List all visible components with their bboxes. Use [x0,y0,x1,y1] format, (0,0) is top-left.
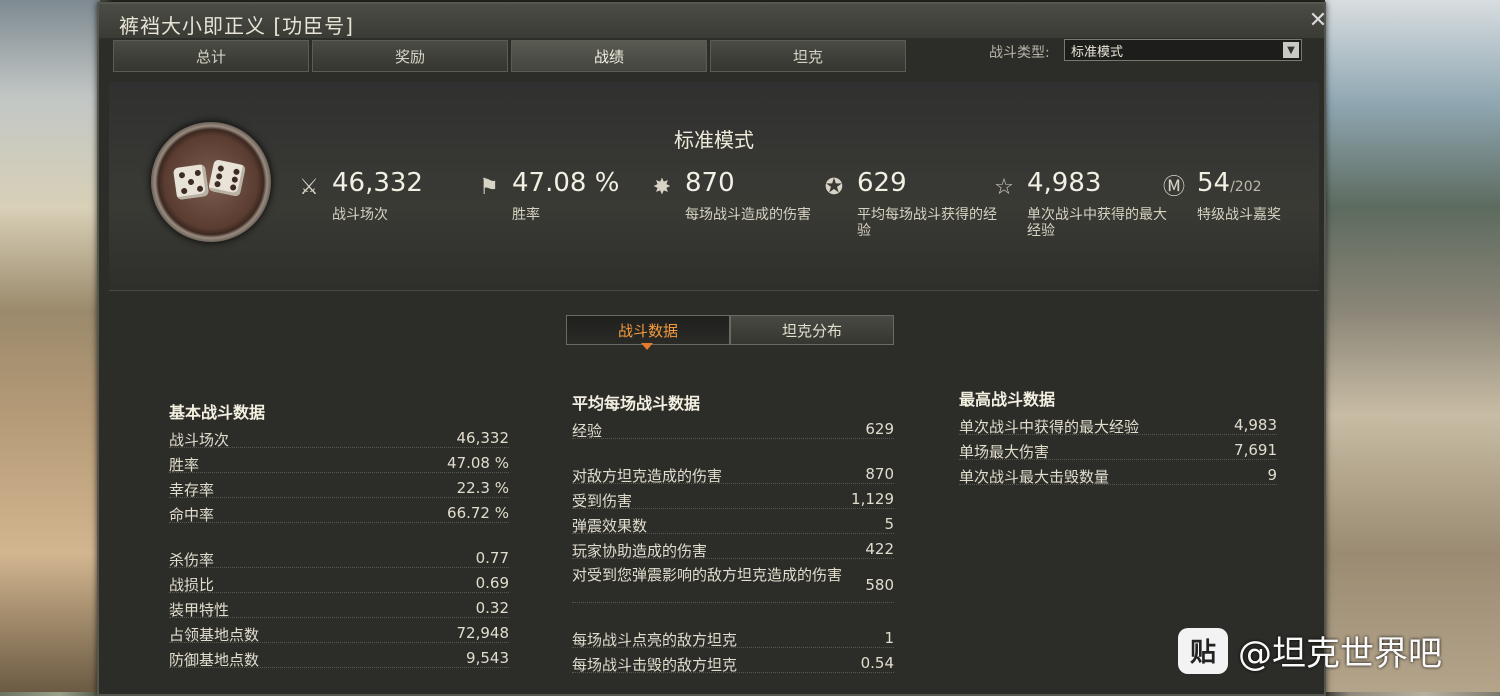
sub-tabs: 战斗数据 坦克分布 [566,315,894,345]
flag-icon: ⚑ [479,175,499,200]
table-row: 受到伤害 1,129 [572,490,894,510]
average-stats-title: 平均每场战斗数据 [572,394,701,413]
table-row: 单次战斗最大击毁数量 9 [959,466,1277,486]
stat-label: 单次战斗中获得的最大经验 [1027,207,1167,239]
chevron-down-icon[interactable]: ▼ [1283,42,1299,58]
active-tab-caret-icon [641,343,653,350]
stat-label: 特级战斗嘉奖 [1197,207,1281,223]
title-bar: 裤裆大小即正义 [功臣号] ✕ [99,4,1327,38]
tieba-watermark: 贴 @坦克世界吧 [1178,626,1442,675]
stat-value: 4,983 [1027,168,1102,198]
tab-awards[interactable]: 奖励 [312,40,508,72]
table-row: 经验 629 [572,420,894,440]
stat-value: 629 [857,168,907,198]
tank-damage-icon: ✸ [652,175,672,200]
star-wreath-icon: ✪ [824,175,844,200]
stat-value: 54/202 [1197,168,1262,198]
tab-tank-distribution[interactable]: 坦克分布 [730,315,894,345]
window-title: 裤裆大小即正义 [功臣号] [119,14,354,38]
mastery-count: 54 [1197,168,1231,198]
table-row: 战损比 0.69 [169,574,509,594]
stat-label: 平均每场战斗获得的经验 [857,207,997,239]
stat-value: 870 [685,168,735,198]
average-stats-column: 平均每场战斗数据 经验 629 对敌方坦克造成的伤害 870 受到伤害 1,129 弹… [572,390,894,677]
table-row: 战斗场次 46,332 [169,429,509,449]
tab-battle-data[interactable]: 战斗数据 [566,315,730,345]
stat-label: 每场战斗造成的伤害 [685,207,811,223]
tab-tanks[interactable]: 坦克 [710,40,906,72]
die-icon [172,163,210,201]
background-scenery-left [0,0,100,692]
background-scenery-right [1325,0,1500,692]
table-row: 防御基地点数 9,543 [169,649,509,669]
battle-type-label: 战斗类型: [989,45,1050,61]
table-row: 每场战斗点亮的敌方坦克 1 [572,629,894,649]
mastery-total: /202 [1230,179,1262,195]
table-row: 每场战斗击毁的敌方坦克 0.54 [572,654,894,674]
tab-total[interactable]: 总计 [113,40,309,72]
main-tabs: 总计 奖励 战绩 坦克 [113,40,909,72]
stat-label: 胜率 [512,207,540,223]
best-stats-title: 最高战斗数据 [959,390,1056,409]
star-icon: ☆ [994,175,1014,200]
basic-stats-title: 基本战斗数据 [169,403,266,422]
table-row: 对敌方坦克造成的伤害 870 [572,465,894,485]
table-row: 命中率 66.72 % [169,504,509,524]
best-stats-column: 最高战斗数据 单次战斗中获得的最大经验 4,983 单场最大伤害 7,691 单次战… [959,386,1277,489]
battle-type-select[interactable]: 标准模式 ▼ [1064,39,1302,61]
table-row: 对受到您弹震影响的敌方坦克造成的伤害 580 [572,563,894,607]
table-row: 占领基地点数 72,948 [169,624,509,644]
crossed-swords-icon: ⚔ [299,175,319,200]
dice-medal-icon [151,122,271,242]
tieba-logo-icon: 贴 [1178,627,1228,674]
stat-label: 战斗场次 [332,207,388,223]
battle-type-selected: 标准模式 [1071,44,1124,60]
stat-value: 46,332 [332,168,423,198]
mode-title: 标准模式 [674,128,754,152]
watermark-text: @坦克世界吧 [1238,634,1442,674]
table-row: 单场最大伤害 7,691 [959,441,1277,461]
mastery-badge-icon: Ⓜ [1162,175,1185,200]
stat-value: 47.08 % [512,168,620,198]
basic-stats-column: 基本战斗数据 战斗场次 46,332 胜率 47.08 % 幸存率 22.3 % 命中… [169,399,509,672]
table-row: 杀伤率 0.77 [169,549,509,569]
tab-records[interactable]: 战绩 [511,40,707,72]
summary-panel: 标准模式 ⚔ 46,332 战斗场次 ⚑ 47.08 % 胜率 ✸ 870 每场… [109,82,1319,291]
table-row: 装甲特性 0.32 [169,599,509,619]
die-icon [208,159,246,197]
table-row: 胜率 47.08 % [169,454,509,474]
table-row: 玩家协助造成的伤害 422 [572,540,894,560]
table-row: 单次战斗中获得的最大经验 4,983 [959,416,1277,436]
player-stats-window: 裤裆大小即正义 [功臣号] ✕ 总计 奖励 战绩 坦克 战斗类型: 标准模式 ▼… [97,2,1327,696]
close-icon[interactable]: ✕ [1306,8,1330,33]
table-row: 幸存率 22.3 % [169,479,509,499]
table-row: 弹震效果数 5 [572,515,894,535]
